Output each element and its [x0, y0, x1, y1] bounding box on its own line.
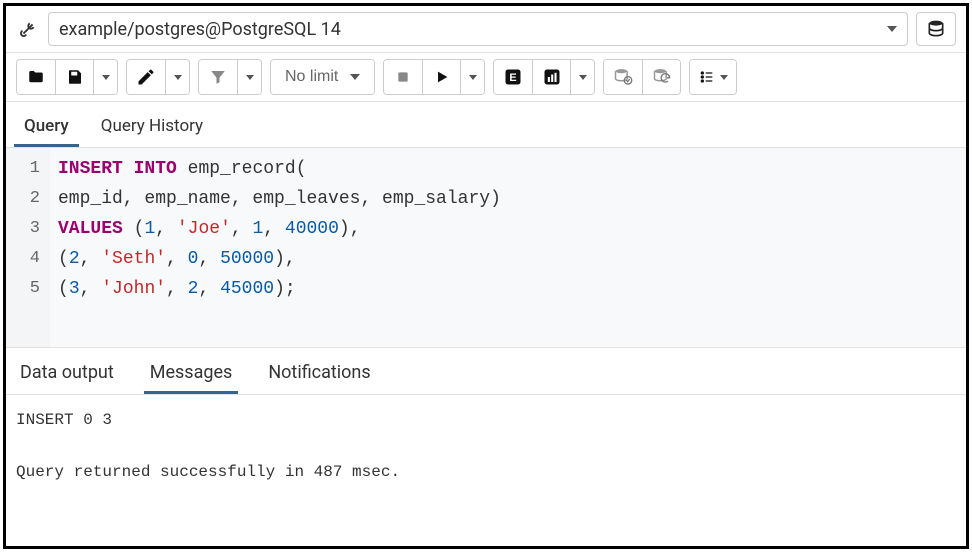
play-icon — [434, 68, 450, 86]
edit-button[interactable] — [127, 60, 165, 94]
messages-panel: INSERT 0 3 Query returned successfully i… — [6, 395, 966, 497]
save-file-menu-button[interactable] — [93, 60, 117, 94]
explain-icon: E — [503, 67, 523, 87]
open-file-button[interactable] — [17, 60, 55, 94]
chevron-down-icon — [579, 75, 587, 80]
tab-messages[interactable]: Messages — [144, 356, 239, 394]
edit-menu-button[interactable] — [165, 60, 189, 94]
pencil-icon — [136, 67, 156, 87]
chevron-down-icon — [246, 75, 254, 80]
stop-button[interactable] — [384, 60, 422, 94]
line-number: 4 — [6, 244, 40, 274]
chevron-down-icon — [469, 75, 477, 80]
editor-code[interactable]: INSERT INTO emp_record(emp_id, emp_name,… — [50, 148, 966, 347]
message-line: Query returned successfully in 487 msec. — [16, 459, 956, 485]
limit-label: No limit — [285, 68, 338, 86]
chart-icon — [542, 67, 562, 87]
stop-icon — [395, 69, 411, 85]
tab-data-output[interactable]: Data output — [14, 356, 120, 394]
connection-label: example/postgres@PostgreSQL 14 — [59, 19, 341, 40]
folder-icon — [26, 68, 46, 86]
editor-gutter: 1 2 3 4 5 — [6, 148, 50, 347]
execute-button[interactable] — [422, 60, 460, 94]
sql-editor[interactable]: 1 2 3 4 5 INSERT INTO emp_record(emp_id,… — [6, 148, 966, 348]
rollback-button[interactable] — [642, 60, 680, 94]
explain-button[interactable]: E — [494, 60, 532, 94]
output-tabs: Data output Messages Notifications — [6, 348, 966, 395]
list-icon — [698, 69, 716, 85]
line-number: 1 — [6, 154, 40, 184]
save-file-button[interactable] — [55, 60, 93, 94]
db-commit-icon — [612, 67, 634, 87]
editor-tabs: Query Query History — [6, 102, 966, 148]
save-icon — [66, 68, 84, 86]
limit-dropdown[interactable]: No limit — [271, 60, 374, 94]
chevron-down-icon — [350, 74, 360, 80]
connection-dropdown[interactable]: example/postgres@PostgreSQL 14 — [48, 12, 908, 46]
commit-button[interactable] — [604, 60, 642, 94]
db-rollback-icon — [651, 67, 673, 87]
database-icon — [926, 19, 946, 39]
svg-text:E: E — [510, 72, 517, 84]
explain-menu-button[interactable] — [570, 60, 594, 94]
tab-query-history[interactable]: Query History — [91, 108, 213, 147]
execute-menu-button[interactable] — [460, 60, 484, 94]
line-number: 2 — [6, 184, 40, 214]
chevron-down-icon — [174, 75, 182, 80]
filter-button[interactable] — [199, 60, 237, 94]
connection-status-icon — [16, 17, 40, 41]
message-line: INSERT 0 3 — [16, 407, 956, 433]
tab-notifications[interactable]: Notifications — [262, 356, 376, 394]
chevron-down-icon — [102, 75, 110, 80]
funnel-icon — [209, 68, 227, 86]
macros-button[interactable] — [690, 60, 736, 94]
tab-query[interactable]: Query — [14, 108, 79, 147]
chevron-down-icon — [720, 75, 728, 80]
filter-menu-button[interactable] — [237, 60, 261, 94]
connection-bar: example/postgres@PostgreSQL 14 — [6, 6, 966, 53]
explain-analyze-button[interactable] — [532, 60, 570, 94]
new-connection-button[interactable] — [916, 12, 956, 46]
toolbar: No limit E — [6, 53, 966, 102]
line-number: 5 — [6, 274, 40, 304]
chevron-down-icon — [887, 26, 897, 32]
line-number: 3 — [6, 214, 40, 244]
